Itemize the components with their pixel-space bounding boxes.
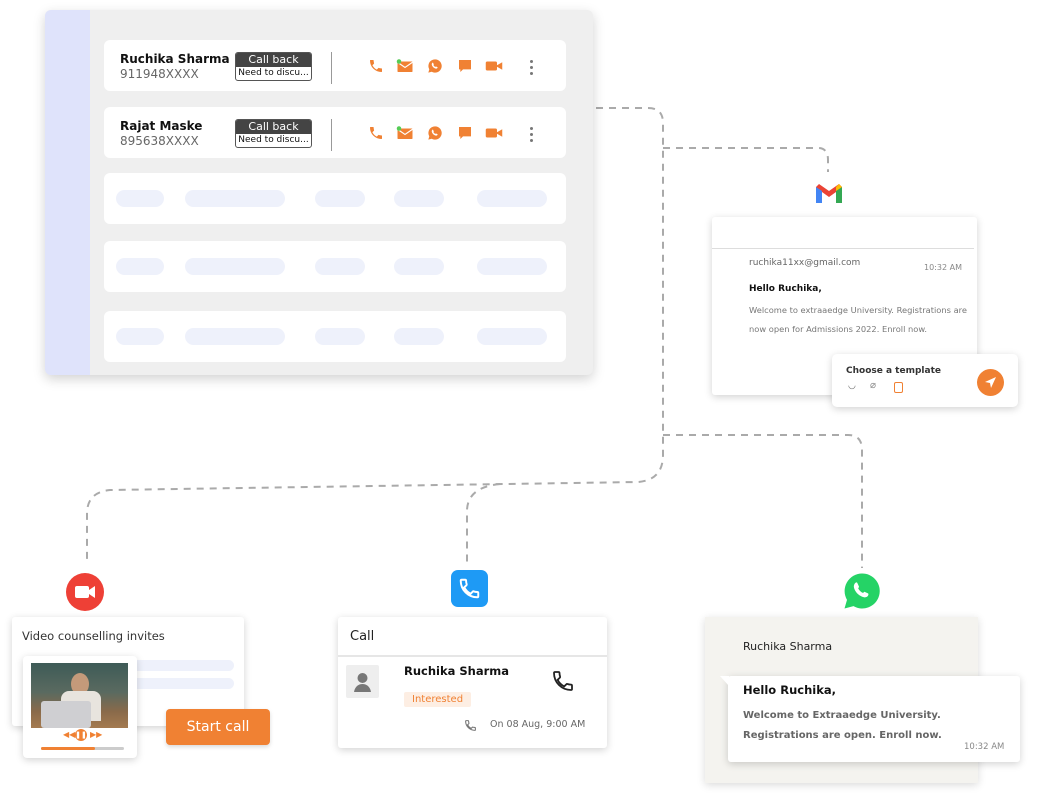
avatar <box>346 665 379 698</box>
lead-row[interactable]: Ruchika Sharma 911948XXXX Call back Need … <box>104 40 566 91</box>
leads-panel: Ruchika Sharma 911948XXXX Call back Need … <box>45 10 593 375</box>
status-note: Need to discu... <box>238 135 309 145</box>
video-thumbnail <box>31 663 128 728</box>
gmail-icon <box>816 184 842 203</box>
pause-icon[interactable]: ❚❚ <box>75 729 87 741</box>
video-channel-icon <box>66 573 104 611</box>
send-button[interactable] <box>977 369 1004 396</box>
lead-phone: 911948XXXX <box>120 67 199 81</box>
sidebar-stripe <box>45 10 90 375</box>
email-greeting: Hello Ruchika, <box>749 284 822 294</box>
lead-phone: 895638XXXX <box>120 134 199 148</box>
forward-icon[interactable]: ▶▶ <box>90 730 102 739</box>
start-call-button[interactable]: Start call <box>166 709 270 745</box>
whatsapp-icon[interactable] <box>426 58 444 74</box>
lead-row[interactable]: Rajat Maske 895638XXXX Call back Need to … <box>104 107 566 158</box>
chat-icon[interactable] <box>456 125 474 141</box>
message-body: Welcome to Extraaedge University. Regist… <box>743 710 942 741</box>
emoji-icon[interactable]: ◡ <box>848 381 856 391</box>
more-icon[interactable] <box>530 60 534 78</box>
call-button[interactable] <box>551 669 575 693</box>
email-from: ruchika11xx@gmail.com <box>749 258 861 268</box>
status-label: Call back <box>236 120 311 134</box>
video-title: Video counselling invites <box>22 629 165 643</box>
status-badge[interactable]: Call back Need to discu... <box>235 52 312 81</box>
phone-icon[interactable] <box>367 58 385 74</box>
chat-icon[interactable] <box>456 58 474 74</box>
call-schedule: On 08 Aug, 9:00 AM <box>490 719 586 730</box>
phone-small-icon <box>465 720 476 731</box>
attachment-icon[interactable]: ⌀ <box>870 380 876 391</box>
call-card: Call Ruchika Sharma Interested On 08 Aug… <box>338 617 607 748</box>
placeholder-row <box>104 311 566 362</box>
whatsapp-channel-icon <box>844 573 880 609</box>
template-icon[interactable] <box>894 382 903 393</box>
placeholder-row <box>104 241 566 292</box>
video-icon[interactable] <box>485 125 503 141</box>
lead-name: Ruchika Sharma <box>120 52 230 66</box>
whatsapp-icon[interactable] <box>426 125 444 141</box>
template-card: Choose a template ◡ ⌀ <box>832 354 1018 407</box>
phone-channel-icon <box>451 570 488 607</box>
message-bubble: Hello Ruchika, Welcome to Extraaedge Uni… <box>720 676 1020 762</box>
status-note: Need to discu... <box>238 68 309 78</box>
template-select[interactable]: Choose a template <box>846 366 941 376</box>
rewind-icon[interactable]: ◀◀ <box>63 730 75 739</box>
call-title: Call <box>350 629 375 644</box>
status-badge: Interested <box>404 692 472 707</box>
status-badge[interactable]: Call back Need to discu... <box>235 119 312 148</box>
email-icon[interactable] <box>396 125 414 141</box>
chat-contact-name: Ruchika Sharma <box>743 640 833 653</box>
message-greeting: Hello Ruchika, <box>743 683 836 697</box>
divider <box>331 52 332 84</box>
phone-icon[interactable] <box>367 125 385 141</box>
email-time: 10:32 AM <box>924 263 962 272</box>
email-icon[interactable] <box>396 58 414 74</box>
video-player[interactable]: ◀◀ ❚❚ ▶▶ <box>23 656 137 758</box>
message-time: 10:32 AM <box>964 742 1005 752</box>
divider <box>331 119 332 151</box>
progress-bar[interactable] <box>41 747 124 750</box>
email-body: Welcome to extraaedge University. Regist… <box>749 305 967 334</box>
contact-name: Ruchika Sharma <box>404 664 510 678</box>
more-icon[interactable] <box>530 127 534 145</box>
placeholder-row <box>104 173 566 224</box>
send-icon <box>985 377 996 388</box>
status-label: Call back <box>236 53 311 67</box>
video-icon[interactable] <box>485 58 503 74</box>
lead-name: Rajat Maske <box>120 119 203 133</box>
